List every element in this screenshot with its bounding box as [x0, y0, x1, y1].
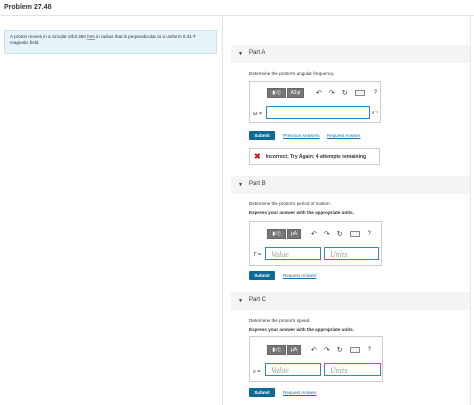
part-b-units-input[interactable]: Units — [324, 247, 379, 260]
part-b-request-answer-link[interactable]: Request Answer — [283, 273, 316, 278]
reset-icon[interactable]: ↻ — [342, 89, 348, 97]
top-bar: Problem 27.48 — [0, 0, 474, 16]
keyboard-icon[interactable] — [349, 347, 360, 353]
symbols-button[interactable]: ΑΣφ — [287, 88, 304, 98]
reset-icon[interactable]: ↻ — [337, 346, 343, 354]
triangle-down-icon[interactable]: ▼ — [238, 182, 243, 188]
part-a-label: Part A — [249, 50, 266, 56]
previous-answers-link[interactable]: Previous Answers — [283, 133, 320, 138]
templates-button[interactable]: ▮√▯ — [267, 88, 286, 98]
undo-icon[interactable]: ↶ — [311, 230, 317, 238]
part-b-variable: T = — [253, 252, 262, 258]
part-c-toolbar: ▮√▯ μA ↶ ↷ ↻ ? — [267, 345, 371, 355]
templates-button[interactable]: ▮√▯ — [267, 229, 286, 239]
help-icon[interactable]: ? — [374, 90, 377, 96]
right-border — [470, 16, 471, 405]
part-c-header[interactable]: ▼ Part C — [231, 292, 470, 310]
part-c-label: Part C — [249, 297, 267, 303]
help-icon[interactable]: ? — [368, 347, 371, 353]
keyboard-icon[interactable] — [349, 231, 360, 237]
part-a-header[interactable]: ▼ Part A — [231, 45, 470, 63]
part-c-units-input[interactable]: Units — [324, 363, 381, 376]
reset-icon[interactable]: ↻ — [337, 230, 343, 238]
part-b-value-input[interactable]: Value — [265, 247, 321, 260]
part-a-question: Determine the proton's angular frequency… — [249, 71, 335, 76]
triangle-down-icon[interactable]: ▼ — [238, 51, 243, 57]
part-c-submit-button[interactable]: Submit — [249, 388, 275, 397]
part-c-value-input[interactable]: Value — [265, 363, 321, 376]
part-a-feedback: ✖ Incorrect; Try Again; 4 attempts remai… — [249, 148, 380, 165]
triangle-down-icon[interactable]: ▼ — [238, 298, 243, 304]
part-c-variable: v = — [253, 369, 261, 375]
part-a-variable: ω = — [253, 111, 263, 117]
part-b-submit-button[interactable]: Submit — [249, 271, 275, 280]
undo-icon[interactable]: ↶ — [316, 89, 322, 97]
part-a-submit-button[interactable]: Submit — [249, 131, 275, 140]
part-b-question: Determine the proton's period of motion. — [249, 201, 331, 206]
part-b-toolbar: ▮√▯ μA ↶ ↷ ↻ ? — [267, 229, 371, 239]
redo-icon[interactable]: ↷ — [324, 230, 330, 238]
keyboard-icon[interactable] — [354, 90, 365, 96]
x-icon: ✖ — [254, 152, 261, 161]
part-c-request-answer-link[interactable]: Request Answer — [283, 390, 316, 395]
part-c-question: Determine the proton's speed. — [249, 318, 311, 323]
units-button[interactable]: μA — [287, 229, 301, 239]
part-a-unit: s⁻¹ — [372, 110, 379, 115]
undo-icon[interactable]: ↶ — [311, 346, 317, 354]
problem-text-before: A proton moves in a circular orbit 350 — [10, 34, 88, 39]
redo-icon[interactable]: ↷ — [329, 89, 335, 97]
units-button[interactable]: μA — [287, 345, 301, 355]
part-a-toolbar: ▮√▯ ΑΣφ ↶ ↷ ↻ ? — [267, 88, 377, 98]
part-c-instruction: Express your answer with the appropriate… — [249, 327, 354, 332]
problem-unit: mm — [87, 34, 95, 40]
templates-button[interactable]: ▮√▯ — [267, 345, 286, 355]
problem-statement: A proton moves in a circular orbit 350 m… — [4, 30, 217, 54]
help-icon[interactable]: ? — [368, 231, 371, 237]
part-b-instruction: Express your answer with the appropriate… — [249, 210, 354, 215]
page-title: Problem 27.48 — [4, 4, 52, 11]
part-a-request-answer-link[interactable]: Request Answer — [327, 133, 360, 138]
column-divider — [222, 16, 223, 405]
part-b-header[interactable]: ▼ Part B — [231, 176, 470, 194]
part-a-answer-input[interactable] — [266, 106, 370, 119]
redo-icon[interactable]: ↷ — [324, 346, 330, 354]
part-b-label: Part B — [249, 181, 266, 187]
feedback-text: Incorrect; Try Again; 4 attempts remaini… — [265, 153, 367, 160]
